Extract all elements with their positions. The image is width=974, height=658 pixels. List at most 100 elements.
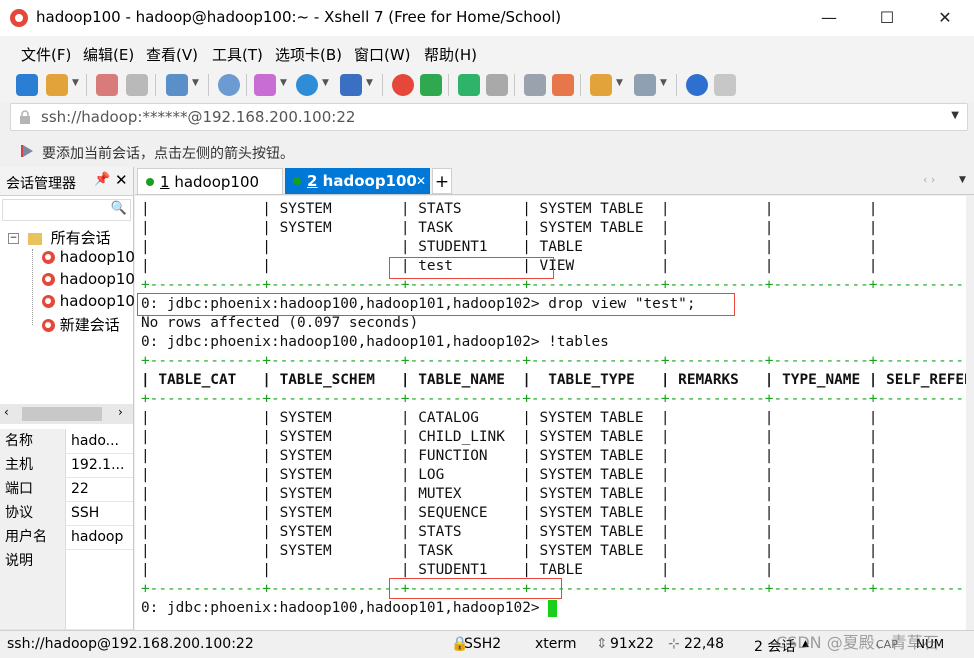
terminal-line: | | SYSTEM | FUNCTION | SYSTEM TABLE | |… bbox=[141, 448, 966, 464]
minimize-button[interactable]: — bbox=[800, 0, 858, 36]
new-tab-button[interactable]: + bbox=[432, 168, 452, 194]
prop-value: SSH bbox=[71, 505, 100, 521]
open-folder-icon[interactable] bbox=[46, 74, 68, 96]
chat-icon[interactable] bbox=[714, 74, 736, 96]
scrollbar-thumb[interactable] bbox=[22, 407, 102, 421]
tree-session-3[interactable]: hadoop10 bbox=[42, 292, 135, 310]
tree-session-1[interactable]: hadoop10 bbox=[42, 248, 135, 266]
maximize-button[interactable]: ☐ bbox=[858, 0, 916, 36]
tab-close-icon[interactable]: ✕ bbox=[416, 168, 426, 194]
toolbar-separator bbox=[448, 74, 449, 96]
fullscreen-icon[interactable] bbox=[458, 74, 480, 96]
globe-dropdown-icon[interactable]: ▼ bbox=[322, 78, 329, 88]
session-label: hadoop10 bbox=[59, 270, 135, 288]
annotation-box bbox=[389, 257, 554, 279]
properties-icon[interactable] bbox=[166, 74, 188, 96]
toolbar-separator bbox=[382, 74, 383, 96]
toolbar-separator bbox=[208, 74, 209, 96]
cursor-icon: ⊹ bbox=[668, 636, 680, 652]
session-icon bbox=[42, 251, 55, 264]
help-icon[interactable] bbox=[686, 74, 708, 96]
transfer-icon[interactable] bbox=[254, 74, 276, 96]
session-search-input[interactable]: 🔍 bbox=[2, 199, 131, 221]
terminal-line: | | SYSTEM | SEQUENCE | SYSTEM TABLE | |… bbox=[141, 505, 966, 521]
tree-session-new[interactable]: 新建会话 bbox=[42, 314, 120, 335]
window-title: hadoop100 - hadoop@hadoop100:~ - Xshell … bbox=[36, 8, 562, 26]
xftp-icon[interactable] bbox=[420, 74, 442, 96]
keyboard-icon[interactable] bbox=[524, 74, 546, 96]
xshell-app-icon bbox=[10, 9, 28, 27]
globe-icon[interactable] bbox=[296, 74, 318, 96]
terminal-line: | | | STUDENT1 | TABLE | | | | bbox=[141, 239, 966, 255]
status-bar: ssh://hadoop@192.168.200.100:22 🔒 SSH2 x… bbox=[0, 630, 974, 658]
toolbar: ▼ ▼ ▼ ▼ ▼ ▼ ▼ bbox=[0, 68, 974, 102]
toolbar-separator bbox=[676, 74, 677, 96]
tab-scroll-icon[interactable]: ‹ › bbox=[923, 173, 935, 186]
tab-list-dropdown-icon[interactable]: ▼ bbox=[959, 175, 966, 185]
session-label: hadoop10 bbox=[59, 248, 135, 266]
toolbar-separator bbox=[580, 74, 581, 96]
add-folder-dropdown-icon[interactable]: ▼ bbox=[616, 78, 623, 88]
annotation-box bbox=[137, 293, 735, 316]
close-button[interactable]: ✕ bbox=[916, 0, 974, 36]
prop-row: 主机 192.1... bbox=[0, 453, 133, 478]
xshell-icon[interactable] bbox=[392, 74, 414, 96]
layout-dropdown-icon[interactable]: ▼ bbox=[660, 78, 667, 88]
panel-close-icon[interactable]: ✕ bbox=[115, 171, 128, 189]
terminal-line: | | SYSTEM | CHILD_LINK | SYSTEM TABLE |… bbox=[141, 429, 966, 445]
add-folder-icon[interactable] bbox=[590, 74, 612, 96]
menu-help[interactable]: 帮助(H) bbox=[424, 44, 477, 65]
terminal-line: No rows affected (0.097 seconds) bbox=[141, 315, 419, 331]
status-connection: ssh://hadoop@192.168.200.100:22 bbox=[7, 636, 254, 652]
menu-window[interactable]: 窗口(W) bbox=[354, 44, 411, 65]
scroll-right-icon[interactable]: › bbox=[118, 405, 123, 419]
prop-key: 端口 bbox=[0, 477, 66, 501]
resize-icon: ⇕ bbox=[596, 636, 608, 652]
menu-tools[interactable]: 工具(T) bbox=[212, 44, 263, 65]
address-bar[interactable]: ssh://hadoop:******@192.168.200.100:22 ▼ bbox=[10, 103, 968, 131]
terminal-scrollbar[interactable] bbox=[966, 196, 974, 630]
font-icon[interactable] bbox=[340, 74, 362, 96]
arrow-icon[interactable] bbox=[20, 143, 36, 159]
address-value[interactable]: ssh://hadoop:******@192.168.200.100:22 bbox=[41, 108, 355, 126]
open-dropdown-icon[interactable]: ▼ bbox=[72, 78, 79, 88]
terminal-line: | TABLE_CAT | TABLE_SCHEM | TABLE_NAME |… bbox=[141, 372, 966, 388]
font-dropdown-icon[interactable]: ▼ bbox=[366, 78, 373, 88]
menu-file[interactable]: 文件(F) bbox=[21, 44, 71, 65]
properties-dropdown-icon[interactable]: ▼ bbox=[192, 78, 199, 88]
prop-value: hado... bbox=[71, 433, 120, 449]
tab-session-2[interactable]: 2 hadoop100 ✕ bbox=[285, 168, 430, 194]
tree-guide bbox=[32, 249, 34, 325]
prop-key: 协议 bbox=[0, 501, 66, 525]
tab-session-1[interactable]: 1 hadoop100 bbox=[137, 168, 283, 194]
session-label: 新建会话 bbox=[59, 316, 120, 334]
transfer-dropdown-icon[interactable]: ▼ bbox=[280, 78, 287, 88]
tree-session-2[interactable]: hadoop10 bbox=[42, 270, 135, 288]
terminal-line: +-------------+---------------+---------… bbox=[141, 391, 966, 407]
new-session-icon[interactable] bbox=[16, 74, 38, 96]
pin-icon[interactable]: 📌 bbox=[94, 172, 110, 187]
horizontal-scrollbar[interactable]: ‹ › bbox=[0, 404, 133, 424]
collapse-icon[interactable]: − bbox=[8, 233, 19, 244]
terminal[interactable]: | | SYSTEM | STATS | SYSTEM TABLE | | | … bbox=[135, 196, 966, 630]
reconnect-icon[interactable] bbox=[96, 74, 118, 96]
terminal-cursor bbox=[548, 600, 558, 617]
menu-tabs[interactable]: 选项卡(B) bbox=[275, 44, 342, 65]
layout-icon[interactable] bbox=[634, 74, 656, 96]
menu-edit[interactable]: 编辑(E) bbox=[83, 44, 134, 65]
address-dropdown-icon[interactable]: ▼ bbox=[951, 110, 959, 121]
search-icon[interactable]: 🔍 bbox=[111, 201, 127, 216]
menu-view[interactable]: 查看(V) bbox=[146, 44, 198, 65]
tree-root-label: 所有会话 bbox=[50, 229, 111, 247]
highlight-icon[interactable] bbox=[552, 74, 574, 96]
session-manager-panel: 会话管理器 📌 ✕ 🔍 − 所有会话 hadoop10 hadoop10 had… bbox=[0, 167, 135, 630]
find-icon[interactable] bbox=[218, 74, 240, 96]
disconnect-icon[interactable] bbox=[126, 74, 148, 96]
tree-root[interactable]: − 所有会话 bbox=[8, 227, 111, 248]
prop-key: 用户名 bbox=[0, 525, 66, 549]
lock-icon[interactable] bbox=[486, 74, 508, 96]
scroll-left-icon[interactable]: ‹ bbox=[4, 405, 9, 419]
toolbar-separator bbox=[246, 74, 247, 96]
connected-icon bbox=[293, 177, 301, 185]
toolbar-separator bbox=[155, 74, 156, 96]
